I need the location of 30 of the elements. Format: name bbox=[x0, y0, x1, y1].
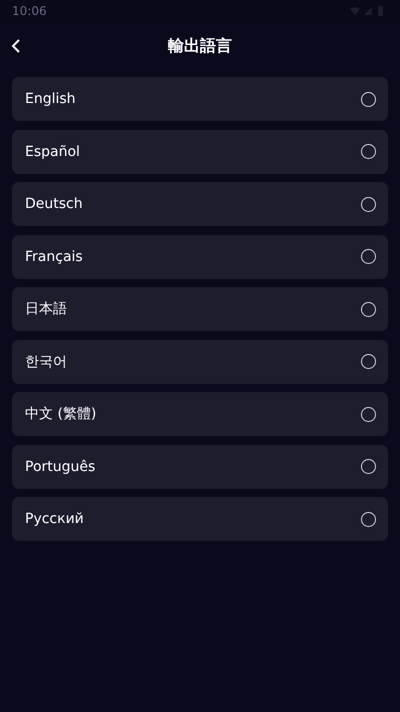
language-label: 中文 (繁體) bbox=[25, 405, 96, 423]
language-label: 日本語 bbox=[25, 300, 67, 318]
language-label: Español bbox=[25, 144, 80, 160]
language-label: Русский bbox=[25, 511, 84, 527]
language-option[interactable]: Deutsch bbox=[12, 182, 388, 226]
radio-button[interactable] bbox=[361, 302, 376, 316]
language-label: Deutsch bbox=[25, 196, 83, 212]
radio-button[interactable] bbox=[361, 144, 376, 159]
language-option[interactable]: Русский bbox=[12, 497, 388, 541]
language-option[interactable]: Français bbox=[12, 234, 388, 278]
language-option[interactable]: 中文 (繁體) bbox=[12, 392, 388, 436]
radio-button[interactable] bbox=[361, 196, 376, 212]
radio-button[interactable] bbox=[361, 354, 376, 369]
chevron-left-icon bbox=[11, 39, 21, 53]
status-time: 10:06 bbox=[12, 4, 47, 18]
radio-button[interactable] bbox=[361, 512, 376, 526]
radio-button[interactable] bbox=[361, 249, 376, 264]
language-option[interactable]: 日本語 bbox=[12, 287, 388, 331]
language-label: Français bbox=[25, 248, 83, 264]
language-label: Português bbox=[25, 458, 96, 474]
page-title: 輸出語言 bbox=[168, 36, 232, 56]
language-option[interactable]: Português bbox=[12, 444, 388, 488]
radio-button[interactable] bbox=[361, 406, 376, 422]
language-option[interactable]: Español bbox=[12, 130, 388, 174]
language-label: English bbox=[25, 91, 76, 107]
language-option[interactable]: English bbox=[12, 77, 388, 121]
radio-button[interactable] bbox=[361, 92, 376, 106]
language-label: 한국어 bbox=[25, 352, 67, 370]
radio-button[interactable] bbox=[361, 459, 376, 474]
language-option[interactable]: 한국어 bbox=[12, 340, 388, 384]
